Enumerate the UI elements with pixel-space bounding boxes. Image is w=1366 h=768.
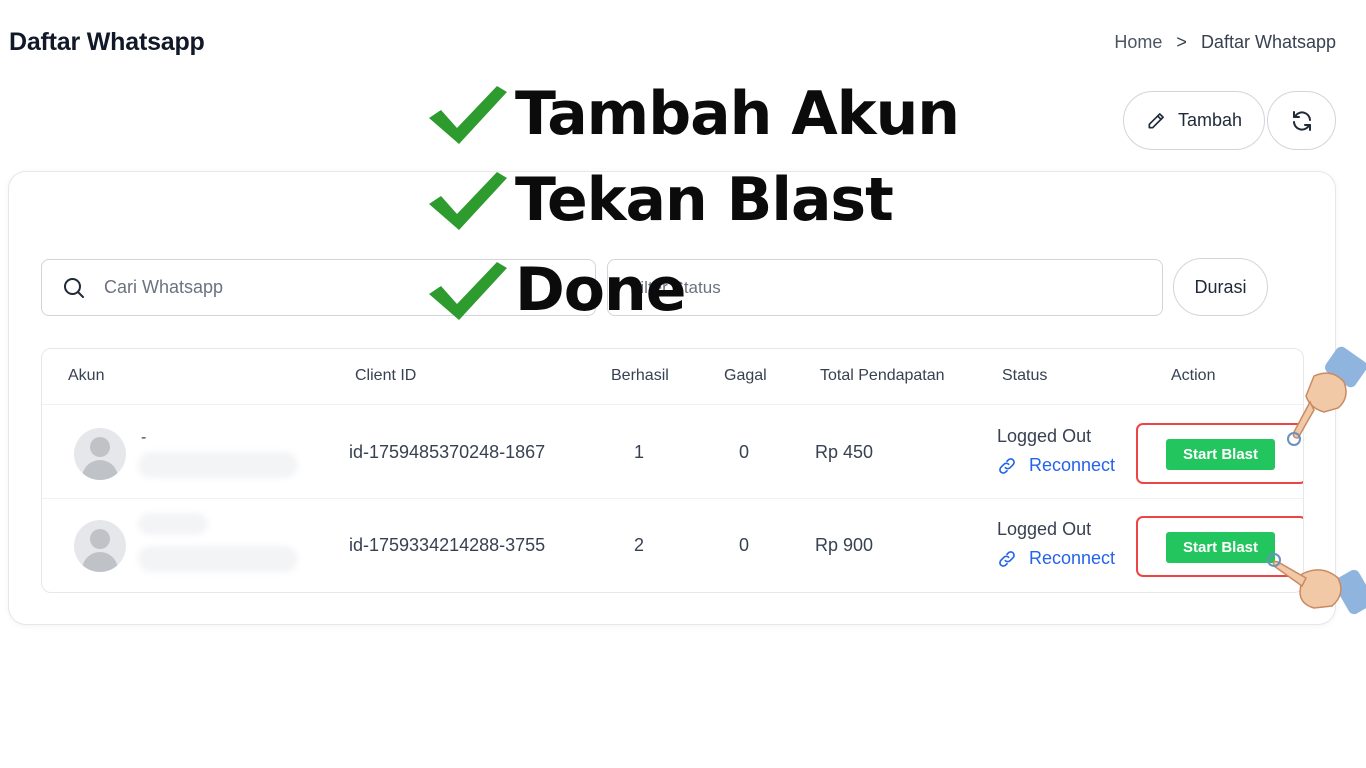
status-cell: Logged Out Reconnect [997, 426, 1115, 476]
breadcrumb-separator: > [1176, 32, 1187, 52]
failed-count: 0 [739, 535, 750, 555]
blurred-account-detail [138, 452, 298, 478]
duration-button[interactable]: Durasi [1173, 258, 1268, 316]
refresh-icon [1292, 110, 1311, 131]
add-account-label: Tambah [1177, 110, 1243, 130]
start-blast-button[interactable]: Start Blast [1166, 439, 1275, 470]
pencil-icon [1148, 112, 1164, 128]
avatar [74, 428, 126, 480]
pointing-hand-icon [1287, 346, 1366, 446]
blurred-account-name [138, 513, 208, 535]
column-header-berhasil: Berhasil [611, 367, 669, 384]
highlight-frame: Start Blast [1136, 423, 1303, 484]
column-header-action: Action [1171, 367, 1216, 384]
link-icon [999, 457, 1015, 474]
checkmark-icon [429, 262, 507, 320]
whatsapp-list-card: Cari Whatsapp Filter Status Durasi Akun … [8, 171, 1336, 625]
table-row: id-1759334214288-3755 2 0 Rp 900 Logged … [42, 499, 1303, 592]
search-placeholder: Cari Whatsapp [104, 277, 224, 297]
client-id: id-1759334214288-3755 [349, 535, 546, 555]
top-actions: Tambah [1123, 91, 1336, 150]
search-icon [64, 277, 84, 298]
blurred-account-detail [138, 546, 298, 572]
page-title: Daftar Whatsapp [9, 28, 205, 56]
table-row: - id-1759485370248-1867 1 0 Rp 450 Logge… [42, 405, 1303, 499]
success-count: 2 [634, 535, 645, 555]
overlay-step-2: Tekan Blast [425, 165, 894, 235]
breadcrumb: Home > Daftar Whatsapp [1114, 32, 1336, 53]
overlay-step-text: Tekan Blast [515, 165, 894, 235]
column-header-total-pendapatan: Total Pendapatan [820, 367, 945, 384]
checkmark-icon [429, 86, 507, 144]
overlay-step-text: Done [515, 255, 686, 325]
total-income: Rp 900 [815, 535, 874, 555]
client-id: id-1759485370248-1867 [349, 442, 546, 462]
pointing-hand-icon [1267, 553, 1366, 615]
checkmark-icon [429, 172, 507, 230]
overlay-step-text: Tambah Akun [515, 79, 960, 149]
start-blast-button[interactable]: Start Blast [1166, 532, 1275, 563]
reconnect-label: Reconnect [1029, 455, 1116, 475]
table-header: Akun Client ID Berhasil Gagal Total Pend… [42, 349, 1303, 405]
column-header-akun: Akun [68, 367, 105, 384]
column-header-status: Status [1002, 367, 1048, 384]
overlay-step-1: Tambah Akun [425, 79, 960, 149]
avatar [74, 520, 126, 572]
reconnect-link[interactable]: Reconnect [997, 455, 1115, 476]
reconnect-link[interactable]: Reconnect [997, 548, 1115, 569]
reconnect-label: Reconnect [1029, 548, 1116, 568]
status-filter-select[interactable]: Filter Status [607, 259, 1163, 316]
status-text: Logged Out [997, 426, 1092, 446]
link-icon [999, 550, 1015, 567]
add-account-button[interactable]: Tambah [1123, 91, 1265, 150]
column-header-gagal: Gagal [724, 367, 767, 384]
status-text: Logged Out [997, 519, 1092, 539]
whatsapp-table: Akun Client ID Berhasil Gagal Total Pend… [41, 348, 1304, 593]
success-count: 1 [634, 442, 645, 462]
overlay-step-3: Done [425, 255, 686, 325]
total-income: Rp 450 [815, 442, 874, 462]
breadcrumb-current: Daftar Whatsapp [1200, 32, 1336, 52]
breadcrumb-home[interactable]: Home [1114, 32, 1162, 53]
column-header-client-id: Client ID [355, 367, 417, 384]
failed-count: 0 [739, 442, 750, 462]
refresh-button[interactable] [1267, 91, 1336, 150]
account-name: - [141, 429, 147, 446]
status-cell: Logged Out Reconnect [997, 519, 1115, 569]
